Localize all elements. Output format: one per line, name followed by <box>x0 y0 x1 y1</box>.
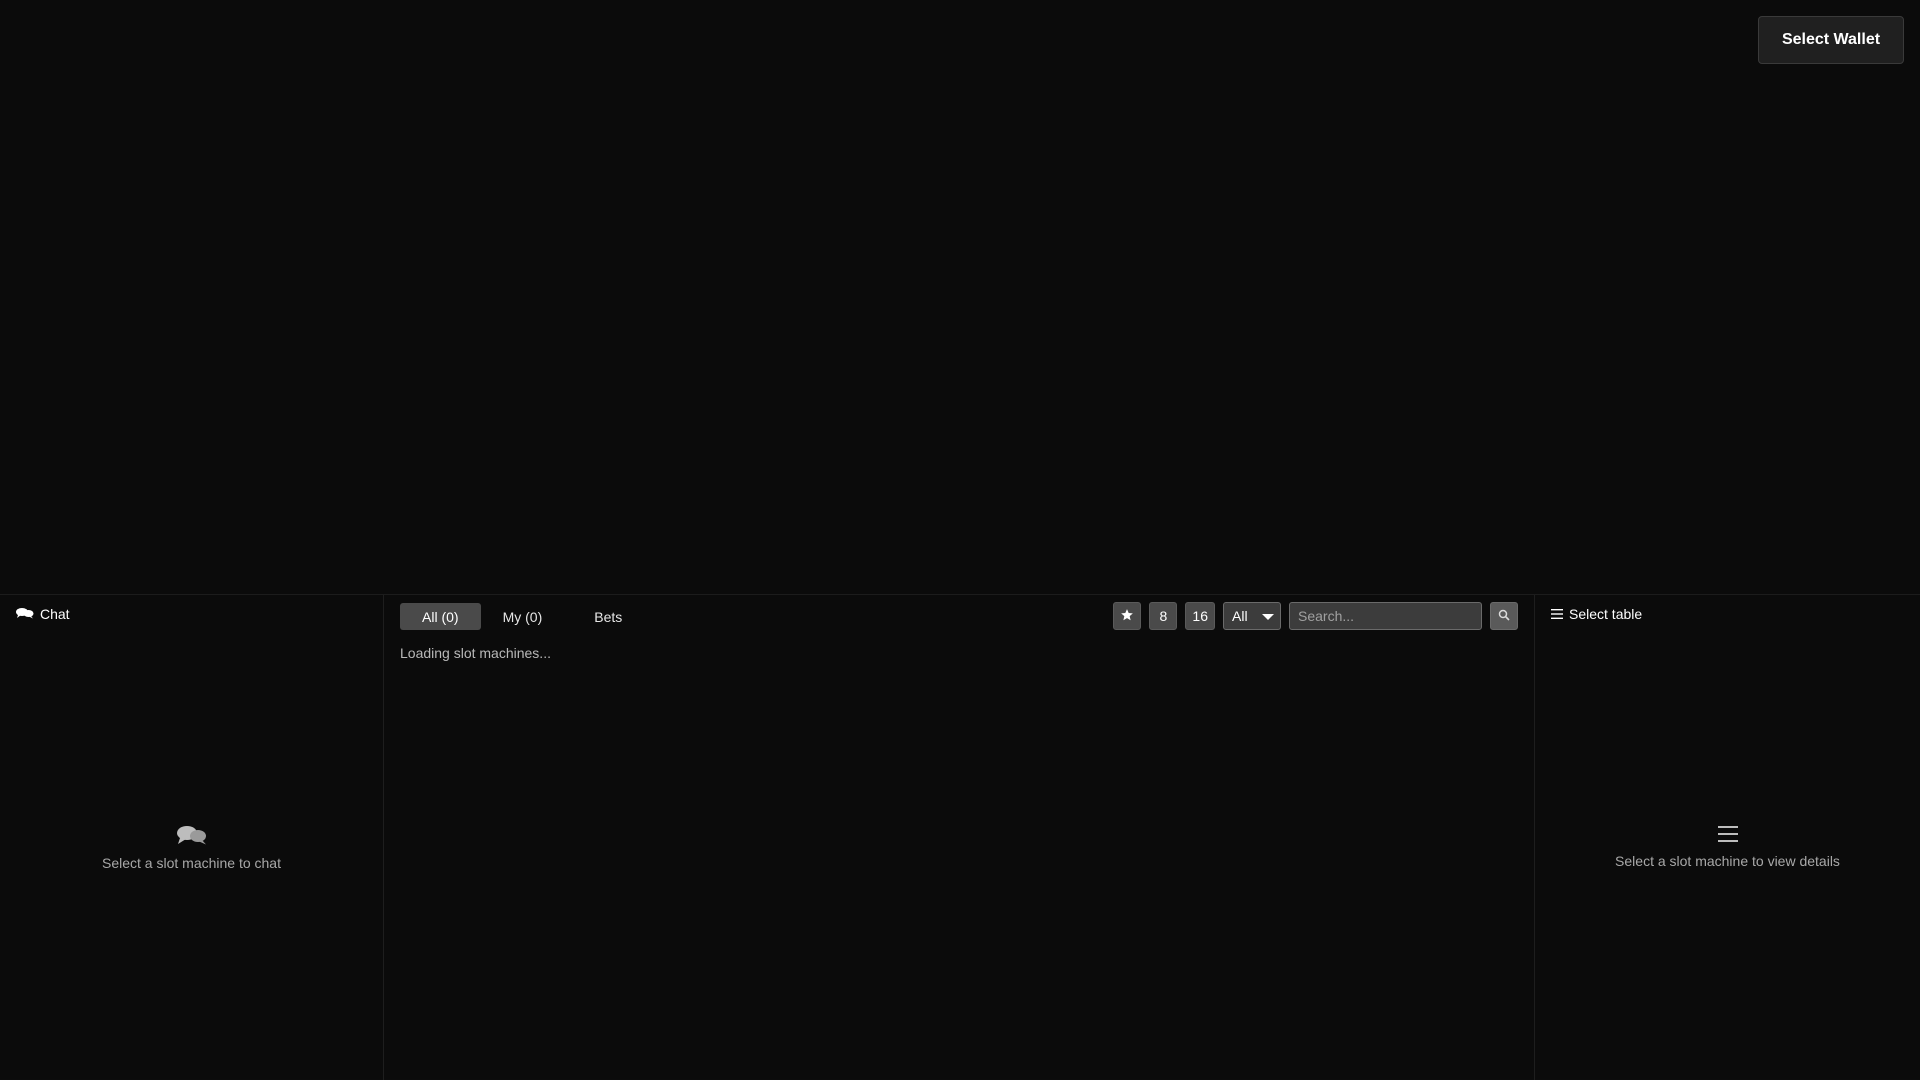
grid-size-8-button[interactable]: 8 <box>1149 602 1178 630</box>
details-empty-message: Select a slot machine to view details <box>1615 853 1840 869</box>
search-input[interactable] <box>1289 602 1482 630</box>
chat-bubbles-icon <box>0 825 383 845</box>
chat-panel: Chat Select a slot machine to chat <box>0 595 384 1080</box>
tab-bets[interactable]: Bets <box>572 603 644 630</box>
list-icon <box>1551 606 1563 622</box>
chevron-down-icon <box>1262 614 1274 620</box>
details-header: Select table <box>1551 606 1642 622</box>
chat-empty-message: Select a slot machine to chat <box>102 855 281 871</box>
search-button[interactable] <box>1490 602 1518 630</box>
machines-panel: All (0) My (0) Bets 8 16 All Search... L… <box>384 595 1535 1080</box>
favorites-button[interactable] <box>1113 602 1142 630</box>
details-panel: Select table Select a slot machine to vi… <box>1535 595 1920 1080</box>
select-wallet-button[interactable]: Select Wallet <box>1758 16 1904 64</box>
machine-tabs: All (0) My (0) Bets <box>400 603 644 630</box>
bottom-panels: Chat Select a slot machine to chat All (… <box>0 594 1920 1080</box>
details-empty-state: Select a slot machine to view details <box>1535 825 1920 869</box>
chat-bubbles-icon <box>16 606 34 622</box>
loading-status: Loading slot machines... <box>400 645 551 661</box>
star-icon <box>1120 608 1134 625</box>
game-area: Select Wallet <box>0 0 1920 594</box>
filter-select-value: All <box>1232 608 1248 624</box>
tab-my[interactable]: My (0) <box>481 603 565 630</box>
tab-all[interactable]: All (0) <box>400 603 481 630</box>
chat-title: Chat <box>40 606 70 622</box>
magnifier-icon <box>1498 608 1510 624</box>
grid-size-16-button[interactable]: 16 <box>1185 602 1215 630</box>
chat-header: Chat <box>16 606 70 622</box>
filter-select[interactable]: All <box>1223 602 1281 630</box>
machine-controls: 8 16 All <box>1113 602 1518 630</box>
details-title: Select table <box>1569 606 1643 622</box>
chat-empty-state: Select a slot machine to chat <box>0 825 383 871</box>
list-icon <box>1535 825 1920 843</box>
